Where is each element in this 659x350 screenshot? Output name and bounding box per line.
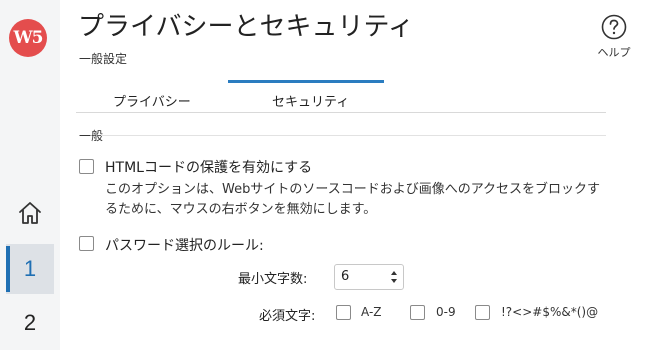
- tab-privacy[interactable]: プライバシー: [113, 91, 191, 110]
- tab-security[interactable]: セキュリティ: [272, 91, 349, 110]
- required-symbols-checkbox[interactable]: [475, 305, 490, 320]
- section-title: 一般: [79, 129, 104, 143]
- page-title: プライバシーとセキュリティ: [78, 12, 414, 42]
- min-chars-value[interactable]: 6: [341, 269, 349, 284]
- required-chars-label: 必須文字:: [259, 309, 316, 324]
- html-protect-label[interactable]: HTMLコードの保護を有効にする: [105, 157, 312, 177]
- active-tab-indicator: [228, 80, 384, 83]
- rail-item-2[interactable]: 2: [6, 298, 54, 348]
- help-button[interactable]: ヘルプ: [586, 14, 642, 60]
- min-chars-stepper[interactable]: 6: [334, 264, 404, 290]
- rail-item-1[interactable]: 1: [6, 244, 54, 294]
- app-logo: W5: [9, 19, 47, 57]
- required-az-label[interactable]: A-Z: [361, 305, 382, 319]
- required-09-checkbox[interactable]: [410, 305, 425, 320]
- rail-item-label: 1: [23, 256, 37, 281]
- left-rail: W5 1 2: [0, 0, 60, 350]
- tabs-divider: [76, 112, 606, 113]
- html-protect-checkbox[interactable]: [79, 159, 94, 174]
- password-rule-checkbox[interactable]: [79, 236, 94, 251]
- html-protect-description: このオプションは、Webサイトのソースコードおよび画像へのアクセスをブロックする…: [105, 182, 601, 217]
- home-icon[interactable]: [17, 200, 43, 226]
- help-label: ヘルプ: [597, 46, 631, 59]
- required-symbols-label[interactable]: !?<>#$%&*()@: [501, 305, 598, 319]
- required-09-label[interactable]: 0-9: [436, 305, 456, 319]
- rail-item-label: 2: [23, 310, 37, 335]
- required-az-checkbox[interactable]: [336, 305, 351, 320]
- min-chars-label: 最小文字数:: [238, 272, 308, 287]
- password-rule-label[interactable]: パスワード選択のルール:: [105, 235, 264, 255]
- section-divider: [101, 135, 606, 136]
- stepper-arrows-icon[interactable]: [389, 268, 399, 286]
- page-subtitle: 一般設定: [79, 52, 128, 66]
- help-icon: [601, 14, 627, 40]
